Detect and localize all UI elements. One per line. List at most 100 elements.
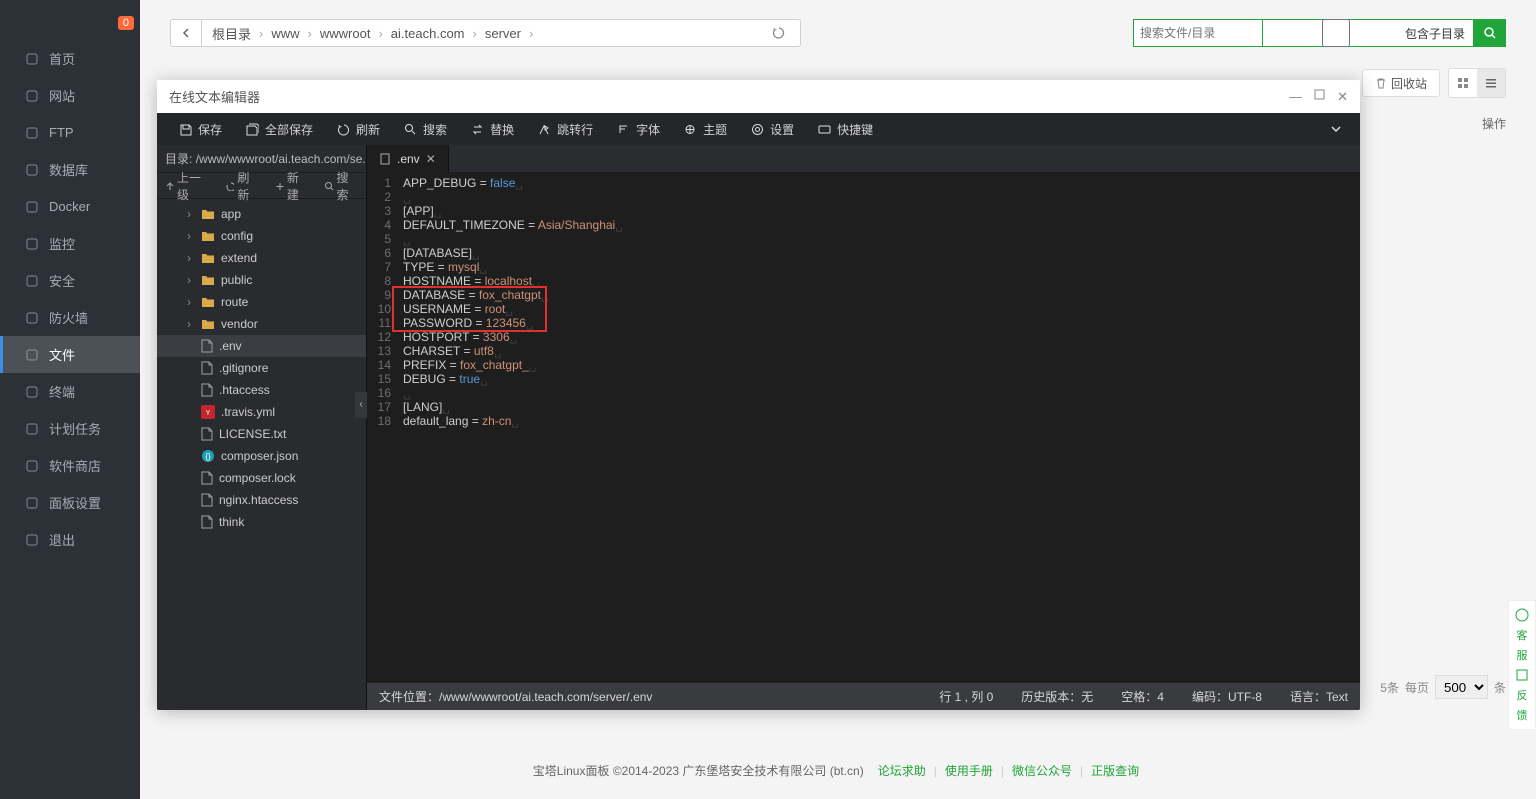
nav-item-防火墙[interactable]: 防火墙: [0, 299, 140, 336]
tree-nginx.htaccess[interactable]: nginx.htaccess: [157, 489, 366, 511]
trash-icon: [1375, 77, 1387, 89]
editor-tool-快捷键[interactable]: 快捷键: [806, 113, 885, 145]
footer-link[interactable]: 微信公众号: [1012, 764, 1072, 778]
nav-item-监控[interactable]: 监控: [0, 225, 140, 262]
nav-item-数据库[interactable]: 数据库: [0, 151, 140, 188]
nav-item-计划任务[interactable]: 计划任务: [0, 410, 140, 447]
tree-composer.lock[interactable]: composer.lock: [157, 467, 366, 489]
code-line: [LANG]␣: [403, 400, 1360, 414]
tree-label: extend: [221, 251, 257, 265]
editor-tool-刷新[interactable]: 刷新: [325, 113, 392, 145]
nav-item-网站[interactable]: 网站: [0, 77, 140, 114]
trash-button[interactable]: 回收站: [1362, 69, 1440, 97]
editor-tool-主题[interactable]: 主题: [672, 113, 739, 145]
tool-label: 保存: [198, 121, 222, 138]
back-button[interactable]: [170, 19, 202, 47]
status-spaces[interactable]: 空格：4: [1121, 688, 1164, 705]
tree-LICENSE.txt[interactable]: LICENSE.txt: [157, 423, 366, 445]
crumb[interactable]: ai.teach.com: [391, 26, 465, 41]
nav-item-退出[interactable]: 退出: [0, 521, 140, 558]
footer-link[interactable]: 论坛求助: [878, 764, 926, 778]
tool-label: 替换: [490, 121, 514, 138]
sidebar-op-新建[interactable]: 新建: [267, 169, 317, 203]
crumb[interactable]: wwwroot: [320, 26, 371, 41]
tree-app[interactable]: ›app: [157, 203, 366, 225]
feedback-tab[interactable]: 客服 反馈: [1508, 600, 1536, 730]
sidebar-op-搜索[interactable]: 搜索: [316, 169, 366, 203]
footer-link[interactable]: 使用手册: [945, 764, 993, 778]
tree-label: vendor: [221, 317, 258, 331]
nav-item-终端[interactable]: 终端: [0, 373, 140, 410]
list-view-button[interactable]: [1477, 69, 1505, 97]
tab-env[interactable]: .env ✕: [367, 145, 449, 172]
collapse-sidebar-button[interactable]: ‹: [355, 392, 367, 418]
reload-button[interactable]: [765, 19, 793, 47]
code-line: PREFIX = fox_chatgpt_␣: [403, 358, 1360, 372]
update-badge[interactable]: 0: [118, 16, 134, 30]
tree-route[interactable]: ›route: [157, 291, 366, 313]
code-line: [DATABASE]␣: [403, 246, 1360, 260]
nav-item-文件[interactable]: 文件: [0, 336, 140, 373]
chevron-right-icon: ›: [187, 295, 195, 309]
nav-item-安全[interactable]: 安全: [0, 262, 140, 299]
modal-header[interactable]: 在线文本编辑器 — ✕: [157, 80, 1360, 113]
tab-close-icon[interactable]: ✕: [426, 152, 436, 166]
editor-tool-替换[interactable]: 替换: [459, 113, 526, 145]
maximize-button[interactable]: [1314, 89, 1325, 105]
nav-item-首页[interactable]: 首页: [0, 40, 140, 77]
editor-tool-设置[interactable]: 设置: [739, 113, 806, 145]
nav-item-FTP[interactable]: FTP: [0, 114, 140, 151]
tree-config[interactable]: ›config: [157, 225, 366, 247]
status-history[interactable]: 历史版本：无: [1021, 688, 1093, 705]
footer-link[interactable]: 正版查询: [1091, 764, 1139, 778]
code-editor[interactable]: ‹ 123456789101112131415161718 APP_DEBUG …: [367, 172, 1360, 683]
yml-icon: Y: [201, 405, 215, 419]
toolbar-more-button[interactable]: [1322, 115, 1350, 143]
include-subdir-checkbox[interactable]: 包含子目录: [1263, 19, 1474, 47]
tree-think[interactable]: think: [157, 511, 366, 533]
tree-.htaccess[interactable]: .htaccess: [157, 379, 366, 401]
status-encoding[interactable]: 编码：UTF-8: [1192, 688, 1262, 705]
code-text[interactable]: APP_DEBUG = false␣␣[APP]␣DEFAULT_TIMEZON…: [397, 172, 1360, 683]
shield-icon: [25, 274, 39, 288]
tree-.travis.yml[interactable]: Y.travis.yml: [157, 401, 366, 423]
copyright: 宝塔Linux面板 ©2014-2023 广东堡塔安全技术有限公司 (bt.cn…: [140, 762, 1536, 779]
search-button[interactable]: [1474, 19, 1506, 47]
code-line: TYPE = mysql␣: [403, 260, 1360, 274]
editor-tool-字体[interactable]: 字体: [605, 113, 672, 145]
refresh-icon: [225, 181, 234, 191]
tree-composer.json[interactable]: {}composer.json: [157, 445, 366, 467]
crumb[interactable]: www: [271, 26, 299, 41]
editor-tool-跳转行[interactable]: 跳转行: [526, 113, 605, 145]
editor-tool-保存[interactable]: 保存: [167, 113, 234, 145]
tree-label: .gitignore: [219, 361, 268, 375]
tree-vendor[interactable]: ›vendor: [157, 313, 366, 335]
minimize-button[interactable]: —: [1289, 89, 1302, 105]
editor-tool-搜索[interactable]: 搜索: [392, 113, 459, 145]
sidebar-op-刷新[interactable]: 刷新: [217, 169, 267, 203]
nav-label: 安全: [49, 271, 75, 290]
breadcrumb[interactable]: 根目录›www›wwwroot›ai.teach.com›server›: [202, 19, 801, 47]
tree-extend[interactable]: ›extend: [157, 247, 366, 269]
nav-item-Docker[interactable]: Docker: [0, 188, 140, 225]
editor-main: .env ✕ ‹ 123456789101112131415161718 APP…: [367, 145, 1360, 710]
tree-label: .htaccess: [219, 383, 270, 397]
nav-item-软件商店[interactable]: 软件商店: [0, 447, 140, 484]
crumb[interactable]: 根目录: [212, 24, 251, 43]
settings-icon: [751, 123, 764, 136]
tree-.env[interactable]: .env: [157, 335, 366, 357]
sidebar-op-上一级[interactable]: 上一级: [157, 169, 217, 203]
tree-public[interactable]: ›public: [157, 269, 366, 291]
headset-icon: [1514, 607, 1530, 623]
nav-item-面板设置[interactable]: 面板设置: [0, 484, 140, 521]
status-lang[interactable]: 语言：Text: [1290, 688, 1348, 705]
tree-label: composer.json: [221, 449, 298, 463]
grid-view-button[interactable]: [1449, 69, 1477, 97]
crumb[interactable]: server: [485, 26, 521, 41]
search-input[interactable]: [1133, 19, 1263, 47]
editor-tool-全部保存[interactable]: 全部保存: [234, 113, 325, 145]
tree-label: config: [221, 229, 253, 243]
perpage-select[interactable]: 500: [1435, 675, 1488, 699]
tree-.gitignore[interactable]: .gitignore: [157, 357, 366, 379]
close-button[interactable]: ✕: [1337, 89, 1348, 105]
